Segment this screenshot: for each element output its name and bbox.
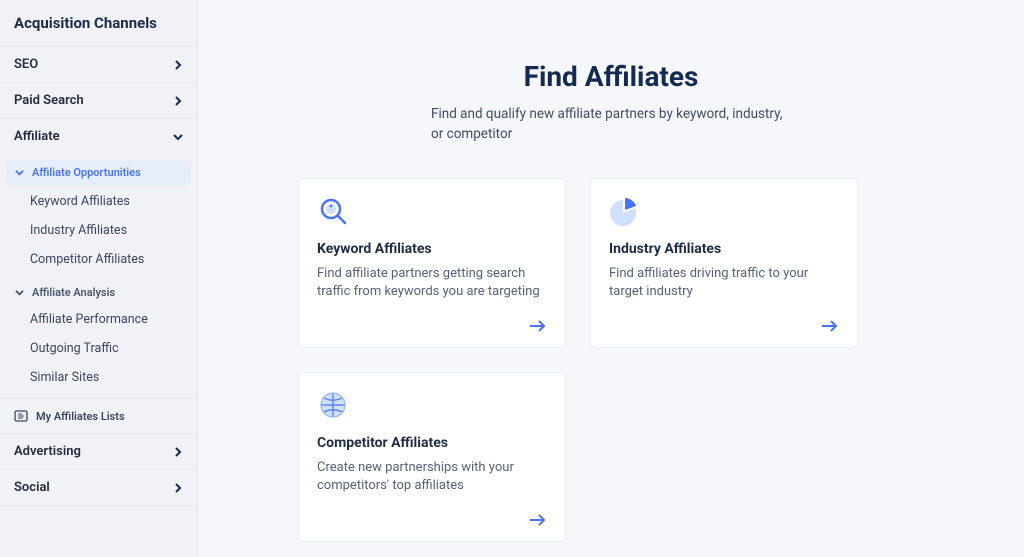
- subnav-link-affiliate-performance[interactable]: Affiliate Performance: [0, 305, 197, 334]
- page-header: Find Affiliates Find and qualify new aff…: [351, 60, 871, 144]
- subnav-link-similar-sites[interactable]: Similar Sites: [0, 363, 197, 392]
- sidebar-item-seo[interactable]: SEO: [0, 46, 197, 82]
- sidebar: Acquisition Channels SEO Paid Search Aff…: [0, 0, 198, 557]
- subnav-affiliate-opportunities[interactable]: Affiliate Opportunities: [6, 160, 191, 185]
- pie-icon: [609, 195, 641, 227]
- sidebar-title: Acquisition Channels: [0, 10, 197, 46]
- chevron-right-icon: [173, 447, 183, 457]
- sidebar-item-label: SEO: [14, 57, 38, 72]
- sidebar-item-label: Paid Search: [14, 93, 84, 108]
- card-title: Competitor Affiliates: [317, 435, 547, 451]
- sidebar-item-label: Advertising: [14, 444, 81, 459]
- sidebar-item-label: Social: [14, 480, 50, 495]
- card-title: Industry Affiliates: [609, 241, 839, 257]
- subnav-label: Affiliate Analysis: [32, 286, 115, 299]
- card-keyword-affiliates[interactable]: Keyword Affiliates Find affiliate partne…: [298, 178, 566, 348]
- sidebar-item-affiliate[interactable]: Affiliate: [0, 118, 197, 154]
- sidebar-item-paid-search[interactable]: Paid Search: [0, 82, 197, 118]
- subnav-link-keyword-affiliates[interactable]: Keyword Affiliates: [0, 187, 197, 216]
- chevron-down-icon: [14, 168, 24, 177]
- arrow-right-icon: [529, 319, 547, 333]
- chevron-down-icon: [14, 288, 24, 297]
- card-desc: Find affiliate partners getting search t…: [317, 265, 547, 309]
- arrow-right-icon: [529, 513, 547, 527]
- subnav-label: Affiliate Opportunities: [32, 166, 141, 179]
- subnav-affiliate-analysis[interactable]: Affiliate Analysis: [0, 280, 197, 305]
- list-icon: [14, 409, 28, 423]
- magnify-icon: [317, 195, 349, 227]
- sidebar-item-advertising[interactable]: Advertising: [0, 433, 197, 469]
- card-title: Keyword Affiliates: [317, 241, 547, 257]
- globe-icon: [317, 389, 349, 421]
- affiliate-subnav: Affiliate Opportunities Keyword Affiliat…: [0, 154, 197, 398]
- sidebar-item-label: Affiliate: [14, 129, 60, 144]
- chevron-right-icon: [173, 483, 183, 493]
- subnav-link-outgoing-traffic[interactable]: Outgoing Traffic: [0, 334, 197, 363]
- card-competitor-affiliates[interactable]: Competitor Affiliates Create new partner…: [298, 372, 566, 542]
- sidebar-item-social[interactable]: Social: [0, 469, 197, 506]
- subnav-link-industry-affiliates[interactable]: Industry Affiliates: [0, 216, 197, 245]
- sidebar-item-my-affiliates-lists[interactable]: My Affiliates Lists: [0, 398, 197, 433]
- chevron-down-icon: [173, 132, 183, 142]
- card-industry-affiliates[interactable]: Industry Affiliates Find affiliates driv…: [590, 178, 858, 348]
- card-desc: Find affiliates driving traffic to your …: [609, 265, 839, 309]
- card-desc: Create new partnerships with your compet…: [317, 459, 547, 503]
- chevron-right-icon: [173, 96, 183, 106]
- page-subtitle: Find and qualify new affiliate partners …: [431, 105, 791, 144]
- main-content: Find Affiliates Find and qualify new aff…: [198, 0, 1024, 557]
- arrow-right-icon: [821, 319, 839, 333]
- chevron-right-icon: [173, 60, 183, 70]
- page-title: Find Affiliates: [351, 60, 871, 93]
- cards-grid: Keyword Affiliates Find affiliate partne…: [298, 178, 858, 542]
- subnav-link-competitor-affiliates[interactable]: Competitor Affiliates: [0, 245, 197, 274]
- sidebar-item-label: My Affiliates Lists: [36, 410, 125, 423]
